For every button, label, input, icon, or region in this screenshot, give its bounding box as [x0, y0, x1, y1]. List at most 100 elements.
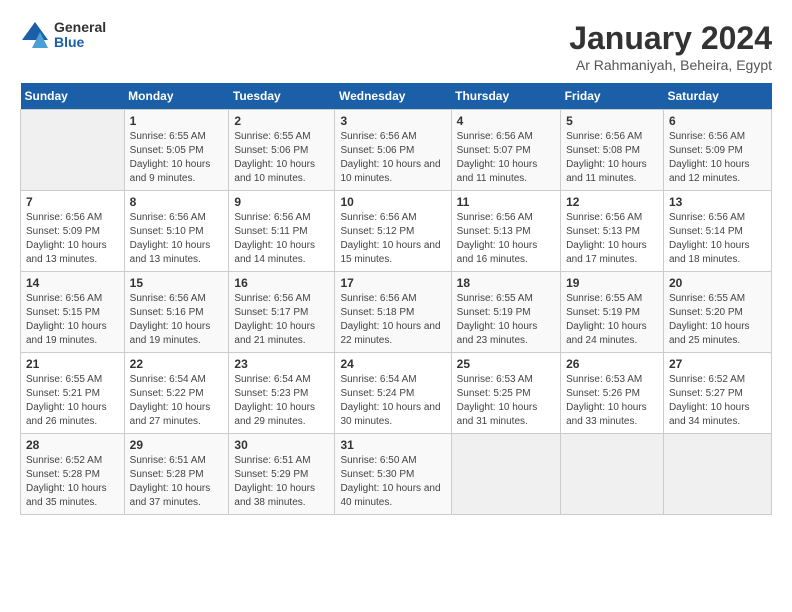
day-info: Sunrise: 6:52 AM Sunset: 5:27 PM Dayligh… — [669, 373, 766, 429]
day-info: Sunrise: 6:56 AM Sunset: 5:12 PM Dayligh… — [340, 211, 445, 267]
day-number: 21 — [26, 357, 119, 371]
header-monday: Monday — [124, 83, 229, 110]
calendar-header: Sunday Monday Tuesday Wednesday Thursday… — [21, 83, 772, 110]
day-cell: 5 Sunrise: 6:56 AM Sunset: 5:08 PM Daylig… — [561, 110, 664, 191]
day-info: Sunrise: 6:56 AM Sunset: 5:16 PM Dayligh… — [130, 292, 224, 348]
day-number: 13 — [669, 195, 766, 209]
day-cell: 21 Sunrise: 6:55 AM Sunset: 5:21 PM Dayli… — [21, 353, 125, 434]
week-row-1: 1Sunrise: 6:55 AM Sunset: 5:05 PM Daylig… — [21, 110, 772, 191]
header-tuesday: Tuesday — [229, 83, 335, 110]
calendar-body: 1Sunrise: 6:55 AM Sunset: 5:05 PM Daylig… — [21, 110, 772, 515]
title-section: January 2024 Ar Rahmaniyah, Beheira, Egy… — [569, 20, 772, 73]
day-info: Sunrise: 6:55 AM Sunset: 5:19 PM Dayligh… — [457, 292, 555, 348]
day-number: 26 — [566, 357, 658, 371]
day-info: Sunrise: 6:51 AM Sunset: 5:28 PM Dayligh… — [130, 454, 224, 510]
day-info: Sunrise: 6:53 AM Sunset: 5:25 PM Dayligh… — [457, 373, 555, 429]
day-number: 17 — [340, 276, 445, 290]
day-cell: 8Sunrise: 6:56 AM Sunset: 5:10 PM Daylig… — [124, 191, 229, 272]
day-number: 20 — [669, 276, 766, 290]
day-number: 15 — [130, 276, 224, 290]
day-info: Sunrise: 6:56 AM Sunset: 5:18 PM Dayligh… — [340, 292, 445, 348]
day-info: Sunrise: 6:54 AM Sunset: 5:22 PM Dayligh… — [130, 373, 224, 429]
day-cell: 15 Sunrise: 6:56 AM Sunset: 5:16 PM Dayli… — [124, 272, 229, 353]
day-number: 11 — [457, 195, 555, 209]
day-info: Sunrise: 6:56 AM Sunset: 5:09 PM Dayligh… — [26, 211, 119, 267]
day-number: 18 — [457, 276, 555, 290]
day-number: 22 — [130, 357, 224, 371]
week-row-4: 21 Sunrise: 6:55 AM Sunset: 5:21 PM Dayli… — [21, 353, 772, 434]
day-info: Sunrise: 6:56 AM Sunset: 5:13 PM Dayligh… — [566, 211, 658, 267]
day-cell: 20 Sunrise: 6:55 AM Sunset: 5:20 PM Dayli… — [663, 272, 771, 353]
day-cell: 16 Sunrise: 6:56 AM Sunset: 5:17 PM Dayli… — [229, 272, 335, 353]
header-wednesday: Wednesday — [335, 83, 451, 110]
day-info: Sunrise: 6:53 AM Sunset: 5:26 PM Dayligh… — [566, 373, 658, 429]
day-info: Sunrise: 6:54 AM Sunset: 5:24 PM Dayligh… — [340, 373, 445, 429]
header-friday: Friday — [561, 83, 664, 110]
day-number: 5 — [566, 114, 658, 128]
day-number: 2 — [234, 114, 329, 128]
header-sunday: Sunday — [21, 83, 125, 110]
day-cell: 13Sunrise: 6:56 AM Sunset: 5:14 PM Dayli… — [663, 191, 771, 272]
logo-icon — [20, 20, 50, 50]
day-info: Sunrise: 6:56 AM Sunset: 5:13 PM Dayligh… — [457, 211, 555, 267]
day-info: Sunrise: 6:56 AM Sunset: 5:07 PM Dayligh… — [457, 130, 555, 186]
header-saturday: Saturday — [663, 83, 771, 110]
day-info: Sunrise: 6:56 AM Sunset: 5:15 PM Dayligh… — [26, 292, 119, 348]
day-number: 25 — [457, 357, 555, 371]
day-info: Sunrise: 6:56 AM Sunset: 5:17 PM Dayligh… — [234, 292, 329, 348]
day-info: Sunrise: 6:56 AM Sunset: 5:08 PM Dayligh… — [566, 130, 658, 186]
logo-general-text: General — [54, 20, 106, 35]
day-cell: 30 Sunrise: 6:51 AM Sunset: 5:29 PM Dayli… — [229, 434, 335, 515]
day-number: 7 — [26, 195, 119, 209]
header-row: Sunday Monday Tuesday Wednesday Thursday… — [21, 83, 772, 110]
day-info: Sunrise: 6:50 AM Sunset: 5:30 PM Dayligh… — [340, 454, 445, 510]
day-cell: 25 Sunrise: 6:53 AM Sunset: 5:25 PM Dayli… — [451, 353, 560, 434]
day-number: 28 — [26, 438, 119, 452]
day-number: 8 — [130, 195, 224, 209]
day-cell: 23Sunrise: 6:54 AM Sunset: 5:23 PM Dayli… — [229, 353, 335, 434]
day-number: 3 — [340, 114, 445, 128]
day-number: 6 — [669, 114, 766, 128]
day-cell: 2Sunrise: 6:55 AM Sunset: 5:06 PM Daylig… — [229, 110, 335, 191]
day-cell: 18 Sunrise: 6:55 AM Sunset: 5:19 PM Dayli… — [451, 272, 560, 353]
day-cell: 3 Sunrise: 6:56 AM Sunset: 5:06 PM Daylig… — [335, 110, 451, 191]
day-cell — [451, 434, 560, 515]
day-cell: 9Sunrise: 6:56 AM Sunset: 5:11 PM Daylig… — [229, 191, 335, 272]
calendar-title: January 2024 — [569, 20, 772, 57]
day-info: Sunrise: 6:55 AM Sunset: 5:05 PM Dayligh… — [130, 130, 224, 186]
day-cell: 31 Sunrise: 6:50 AM Sunset: 5:30 PM Dayli… — [335, 434, 451, 515]
header-thursday: Thursday — [451, 83, 560, 110]
calendar-table: Sunday Monday Tuesday Wednesday Thursday… — [20, 83, 772, 515]
day-info: Sunrise: 6:55 AM Sunset: 5:19 PM Dayligh… — [566, 292, 658, 348]
day-info: Sunrise: 6:55 AM Sunset: 5:20 PM Dayligh… — [669, 292, 766, 348]
day-cell: 7 Sunrise: 6:56 AM Sunset: 5:09 PM Daylig… — [21, 191, 125, 272]
week-row-2: 7 Sunrise: 6:56 AM Sunset: 5:09 PM Daylig… — [21, 191, 772, 272]
day-cell — [561, 434, 664, 515]
day-number: 14 — [26, 276, 119, 290]
day-number: 31 — [340, 438, 445, 452]
day-number: 27 — [669, 357, 766, 371]
day-number: 24 — [340, 357, 445, 371]
day-info: Sunrise: 6:56 AM Sunset: 5:11 PM Dayligh… — [234, 211, 329, 267]
day-cell: 6Sunrise: 6:56 AM Sunset: 5:09 PM Daylig… — [663, 110, 771, 191]
day-cell: 4 Sunrise: 6:56 AM Sunset: 5:07 PM Daylig… — [451, 110, 560, 191]
logo: General Blue — [20, 20, 106, 51]
day-info: Sunrise: 6:55 AM Sunset: 5:21 PM Dayligh… — [26, 373, 119, 429]
day-number: 19 — [566, 276, 658, 290]
day-cell: 19 Sunrise: 6:55 AM Sunset: 5:19 PM Dayli… — [561, 272, 664, 353]
day-cell: 28 Sunrise: 6:52 AM Sunset: 5:28 PM Dayli… — [21, 434, 125, 515]
calendar-subtitle: Ar Rahmaniyah, Beheira, Egypt — [569, 57, 772, 73]
day-cell: 29Sunrise: 6:51 AM Sunset: 5:28 PM Dayli… — [124, 434, 229, 515]
day-number: 16 — [234, 276, 329, 290]
day-cell — [663, 434, 771, 515]
logo-text: General Blue — [54, 20, 106, 51]
day-info: Sunrise: 6:52 AM Sunset: 5:28 PM Dayligh… — [26, 454, 119, 510]
day-info: Sunrise: 6:51 AM Sunset: 5:29 PM Dayligh… — [234, 454, 329, 510]
day-cell: 10Sunrise: 6:56 AM Sunset: 5:12 PM Dayli… — [335, 191, 451, 272]
week-row-3: 14 Sunrise: 6:56 AM Sunset: 5:15 PM Dayli… — [21, 272, 772, 353]
day-info: Sunrise: 6:56 AM Sunset: 5:06 PM Dayligh… — [340, 130, 445, 186]
week-row-5: 28 Sunrise: 6:52 AM Sunset: 5:28 PM Dayli… — [21, 434, 772, 515]
day-number: 30 — [234, 438, 329, 452]
page-header: General Blue January 2024 Ar Rahmaniyah,… — [20, 20, 772, 73]
day-number: 4 — [457, 114, 555, 128]
